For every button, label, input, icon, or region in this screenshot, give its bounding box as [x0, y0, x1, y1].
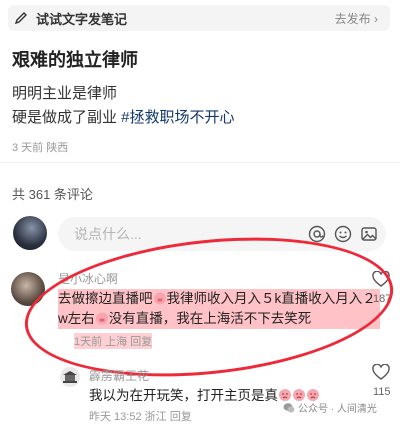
comment-author-avatar[interactable]	[11, 272, 45, 306]
image-icon[interactable]	[360, 225, 378, 243]
comment-text-part-3: 没有直播，我在上海活不下去笑死	[108, 311, 312, 326]
divider	[0, 162, 400, 163]
post-body-text: 硬是做成了副业	[12, 109, 122, 126]
reply-author-name[interactable]: 霹雳霸王花	[89, 367, 149, 384]
heart-icon[interactable]	[372, 364, 390, 380]
watermark-text: 公众号 · 人间清光	[298, 404, 377, 415]
watermark: 公众号 · 人间清光	[283, 400, 377, 415]
at-icon[interactable]	[308, 225, 326, 243]
pig-emoji-icon	[95, 312, 108, 325]
emoji-icon[interactable]	[334, 225, 352, 243]
comment-input-placeholder: 说点什么...	[74, 226, 142, 242]
post-body-line-2: 硬是做成了副业 #拯救职场不开心	[12, 106, 235, 127]
post-title: 艰难的独立律师	[12, 50, 138, 70]
reply-like-count: 115	[373, 386, 391, 398]
post-note-prompt[interactable]: 试试文字发笔记 去发布 ›	[8, 5, 390, 31]
comment-author-name[interactable]: 是小冰心啊	[58, 270, 118, 287]
pencil-icon	[14, 12, 27, 25]
comment-text: 去做擦边直播吧 我律师收入月入５k直播收入月入２w左右 没有直播，我在上海活不下去笑…	[58, 289, 380, 329]
publish-link[interactable]: 去发布 ›	[335, 10, 378, 27]
comments-count: 共 361 条评论	[12, 187, 93, 202]
comment-input[interactable]: 说点什么...	[58, 217, 386, 251]
post-meta: 3 天前 陕西	[12, 142, 69, 154]
temple-icon	[63, 371, 77, 383]
pig-emoji-icon	[153, 292, 166, 305]
comment-text-part-1: 去做擦边直播吧	[58, 291, 153, 306]
heart-icon[interactable]	[372, 271, 390, 287]
reply-author-avatar[interactable]	[60, 367, 80, 387]
comment-meta-reply[interactable]: 1天前 上海 回复	[74, 333, 153, 349]
post-note-label: 试试文字发笔记	[36, 11, 128, 27]
hashtag-link[interactable]: #拯救职场不开心	[121, 109, 234, 126]
reply-text-content: 我以为在开玩笑，打开主页是真	[89, 388, 278, 403]
post-body-line-1: 明明主业是律师	[12, 85, 118, 102]
my-avatar[interactable]	[13, 216, 47, 250]
comment-like-count: 187	[373, 293, 392, 305]
reply-meta[interactable]: 昨天 13:52 浙江 回复	[89, 408, 192, 424]
wechat-icon	[283, 402, 295, 412]
